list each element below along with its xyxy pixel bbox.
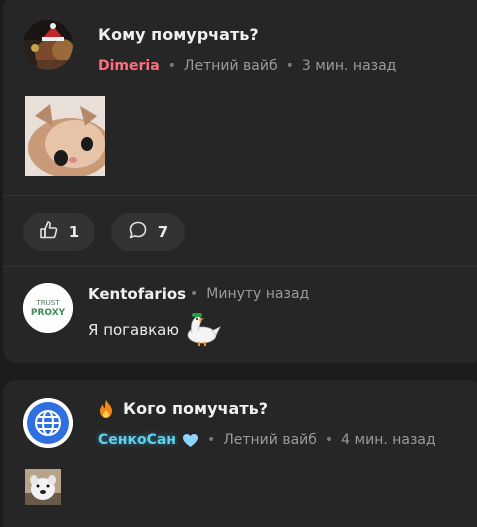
avatar-text: PROXY <box>31 308 66 318</box>
post-title[interactable]: Кого помучать? <box>123 399 268 418</box>
divider <box>3 195 477 196</box>
divider <box>3 266 477 267</box>
separator-dot: • <box>285 58 294 74</box>
comment-bubble-icon <box>128 220 148 244</box>
post-title[interactable]: Кому помурчать? <box>98 25 259 44</box>
post-category[interactable]: Летний вайб <box>184 58 278 74</box>
commenter-name[interactable]: Kentofarios <box>88 285 186 303</box>
comment-time: • Минуту назад <box>190 286 309 302</box>
comment-text: Я погавкаю <box>88 321 179 339</box>
separator-dot: • <box>190 286 199 302</box>
post-card: Кому помурчать? Dimeria • Летний вайб • … <box>3 0 477 363</box>
author-avatar[interactable] <box>23 398 73 448</box>
commenter-avatar[interactable]: TRUST PROXY <box>23 283 73 333</box>
post-card: Кого помучать? СенкоСан • Летний вайб • … <box>3 380 477 527</box>
post-meta: Dimeria • Летний вайб • 3 мин. назад <box>98 58 396 74</box>
post-meta: СенкоСан • Летний вайб • 4 мин. назад <box>98 432 436 448</box>
feed: Кому помурчать? Dimeria • Летний вайб • … <box>0 0 477 527</box>
separator-dot: • <box>167 58 176 74</box>
author-avatar[interactable] <box>23 20 73 70</box>
post-category[interactable]: Летний вайб <box>223 432 317 448</box>
goose-sticker-icon <box>184 311 222 351</box>
comment-count: 7 <box>157 223 169 241</box>
post-author[interactable]: Dimeria <box>98 58 160 74</box>
post-image-thumbnail[interactable] <box>25 96 105 176</box>
post-image-thumbnail[interactable] <box>25 469 61 505</box>
like-button[interactable]: 1 <box>23 213 95 251</box>
post-author[interactable]: СенкоСан <box>98 432 176 448</box>
comments-button[interactable]: 7 <box>111 213 185 251</box>
separator-dot: • <box>324 432 334 448</box>
heart-icon <box>182 433 199 448</box>
like-count: 1 <box>68 223 80 241</box>
separator-dot: • <box>206 432 216 448</box>
avatar-text: TRUST <box>36 299 61 307</box>
post-time: 3 мин. назад <box>301 58 397 74</box>
thumbs-up-icon <box>39 220 59 244</box>
comment-time-text: Минуту назад <box>206 286 310 302</box>
fire-icon <box>97 399 115 423</box>
post-time: 4 мин. назад <box>341 432 436 448</box>
